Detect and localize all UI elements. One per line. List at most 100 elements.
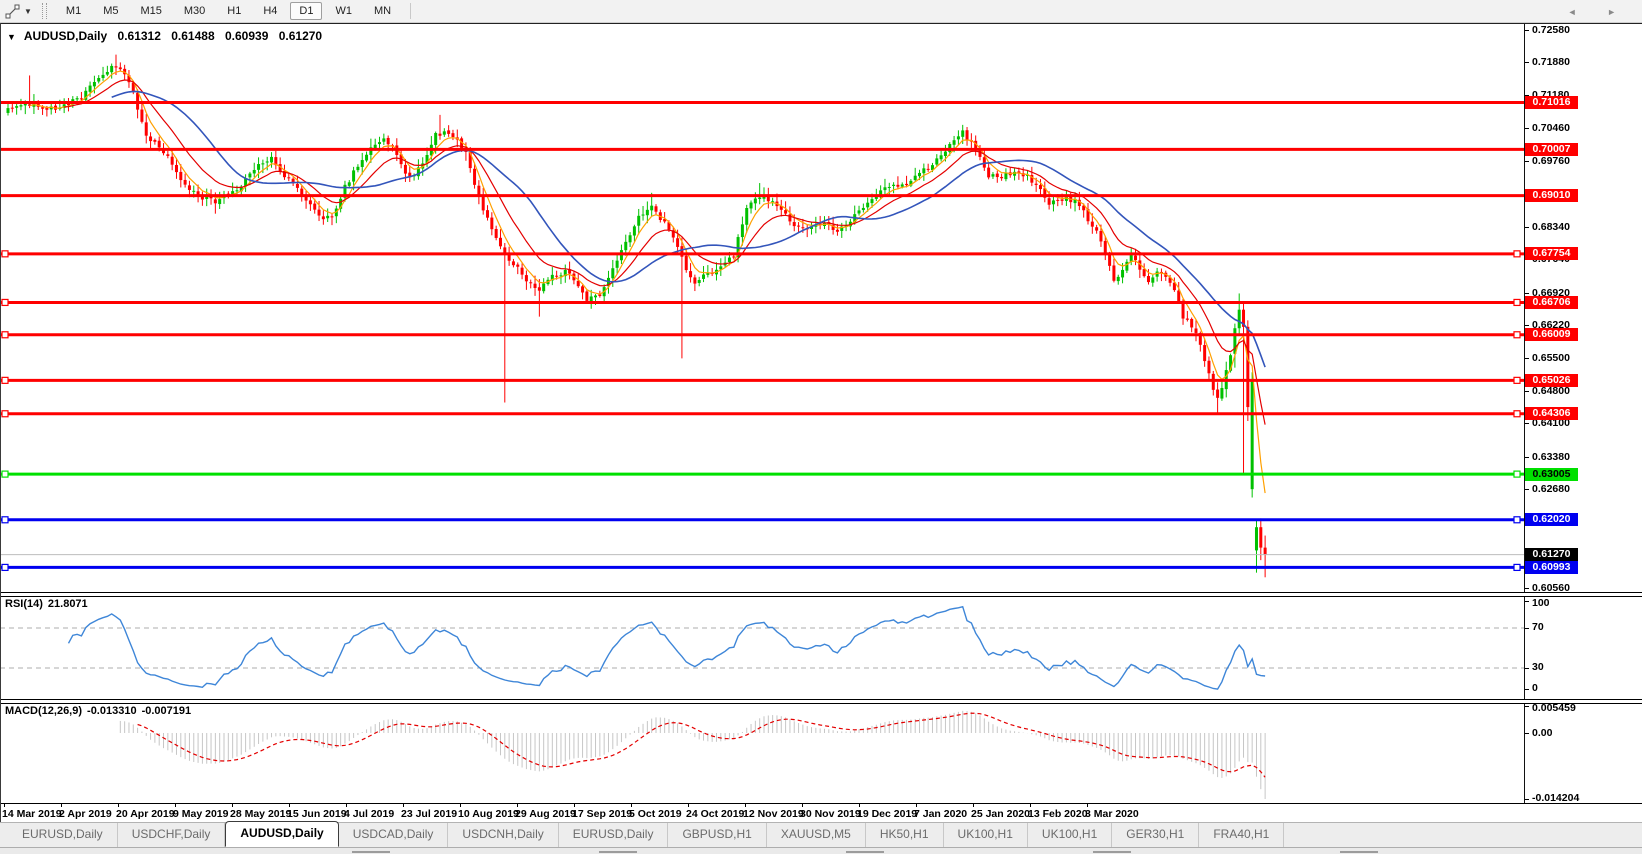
tab-uk100-h1[interactable]: UK100,H1 <box>944 823 1028 847</box>
hlines-group <box>0 103 1524 571</box>
macd-axis-label: 0.00 <box>1532 727 1552 739</box>
tab-uk100-h1[interactable]: UK100,H1 <box>1028 823 1112 847</box>
date-axis-tick <box>346 804 347 807</box>
tab-usdchf-daily[interactable]: USDCHF,Daily <box>118 823 226 847</box>
toolbar-separator <box>410 3 411 19</box>
date-axis-tick <box>61 804 62 807</box>
timeframe-button-d1[interactable]: D1 <box>290 2 322 20</box>
date-axis-label: 7 Jan 2020 <box>914 808 967 820</box>
chart-title-row: ▼ AUDUSD,Daily 0.61312 0.61488 0.60939 0… <box>7 29 322 43</box>
date-axis-tick <box>289 804 290 807</box>
candles-group <box>7 55 1267 578</box>
date-axis-tick <box>403 804 404 807</box>
main-chart-plot[interactable] <box>0 25 1524 592</box>
date-axis-tick <box>1030 804 1031 807</box>
tab-fra40-h1[interactable]: FRA40,H1 <box>1199 823 1284 847</box>
tab-hk50-h1[interactable]: HK50,H1 <box>866 823 944 847</box>
date-axis-tick <box>973 804 974 807</box>
date-axis-label: 15 Jun 2019 <box>287 808 347 820</box>
date-axis-label: 10 Aug 2019 <box>458 808 519 820</box>
hline-price-label: 0.66706 <box>1525 296 1578 309</box>
date-axis-label: 2 Apr 2019 <box>59 808 112 820</box>
timeframe-button-m5[interactable]: M5 <box>94 2 127 20</box>
fast-ma-line <box>30 71 1266 493</box>
hline-price-label: 0.64306 <box>1525 407 1578 420</box>
date-axis-tick <box>517 804 518 807</box>
date-axis-label: 20 Apr 2019 <box>116 808 175 820</box>
macd-indicator-plot[interactable] <box>0 702 1524 803</box>
price-axis-label: 0.72580 <box>1532 24 1570 36</box>
hline-price-label: 0.66009 <box>1525 328 1578 341</box>
tab-scroll-left-icon[interactable]: ◄ <box>1568 7 1591 17</box>
date-axis-tick <box>460 804 461 807</box>
rsi-level-label: 100 <box>1532 597 1550 609</box>
date-axis-tick <box>859 804 860 807</box>
quote-close: 0.61270 <box>279 29 322 43</box>
date-axis-tick <box>802 804 803 807</box>
status-divider <box>1093 851 1131 853</box>
macd-signal-line <box>138 713 1266 777</box>
rsi-level-label: 0 <box>1532 682 1538 694</box>
top-toolbar: ▼ M1M5M15 M30H1H4D1W1MN <box>0 0 1642 23</box>
date-axis-tick <box>1087 804 1088 807</box>
date-axis-border <box>0 803 1642 804</box>
tab-usdcad-daily[interactable]: USDCAD,Daily <box>339 823 449 847</box>
timeframe-button-m1[interactable]: M1 <box>57 2 90 20</box>
date-axis[interactable]: 14 Mar 20192 Apr 201920 Apr 20199 May 20… <box>0 805 1642 822</box>
rsi-line <box>69 607 1266 689</box>
hline-price-label: 0.63005 <box>1525 468 1578 481</box>
rsi-indicator-plot[interactable] <box>0 595 1524 699</box>
date-axis-label: 19 Dec 2019 <box>857 808 917 820</box>
date-axis-label: 24 Oct 2019 <box>686 808 744 820</box>
tab-scroll-arrows: ◄ ► <box>1568 7 1630 17</box>
date-axis-tick <box>916 804 917 807</box>
hline-price-label: 0.69010 <box>1525 189 1578 202</box>
date-axis-label: 12 Nov 2019 <box>743 808 804 820</box>
date-axis-tick <box>631 804 632 807</box>
date-axis-label: 4 Jul 2019 <box>344 808 394 820</box>
tab-ger30-h1[interactable]: GER30,H1 <box>1112 823 1199 847</box>
medium-ma-line <box>64 80 1265 425</box>
panel-splitter[interactable] <box>0 699 1642 704</box>
status-divider <box>352 851 390 853</box>
tab-xauusd-m5[interactable]: XAUUSD,M5 <box>767 823 866 847</box>
chart-window-border-left <box>0 23 1 822</box>
timeframe-button-mn[interactable]: MN <box>365 2 400 20</box>
tab-audusd-daily[interactable]: AUDUSD,Daily <box>225 821 338 847</box>
hline-price-label: 0.65026 <box>1525 374 1578 387</box>
date-axis-label: 5 Oct 2019 <box>629 808 682 820</box>
panel-splitter[interactable] <box>0 592 1642 597</box>
tab-eurusd-daily[interactable]: EURUSD,Daily <box>559 823 669 847</box>
tab-eurusd-daily[interactable]: EURUSD,Daily <box>8 823 118 847</box>
rsi-level-label: 30 <box>1532 661 1544 673</box>
price-axis-label: 0.62680 <box>1532 483 1570 495</box>
tab-scroll-right-icon[interactable]: ► <box>1607 7 1630 17</box>
hline-price-label: 0.70007 <box>1525 143 1578 156</box>
timeframe-button-h4[interactable]: H4 <box>254 2 286 20</box>
tab-gbpusd-h1[interactable]: GBPUSD,H1 <box>668 823 766 847</box>
quote-high: 0.61488 <box>171 29 214 43</box>
chart-window-border-top <box>0 23 1642 24</box>
timeframe-button-m30[interactable]: M30 <box>175 2 214 20</box>
rsi-level-label: 70 <box>1532 621 1544 633</box>
collapse-triangle-icon[interactable]: ▼ <box>7 32 16 42</box>
price-axis-label: 0.71880 <box>1532 56 1570 68</box>
trendline-tool-icon[interactable] <box>2 2 22 20</box>
status-divider <box>599 851 637 853</box>
date-axis-label: 13 Feb 2020 <box>1028 808 1088 820</box>
date-axis-label: 14 Mar 2019 <box>2 808 62 820</box>
date-axis-tick <box>745 804 746 807</box>
current-price-label: 0.61270 <box>1525 548 1578 561</box>
rsi-label: RSI(14)21.8071 <box>5 598 93 610</box>
date-axis-tick <box>4 804 5 807</box>
quote-low: 0.60939 <box>225 29 268 43</box>
date-axis-label: 28 May 2019 <box>230 808 291 820</box>
timeframe-button-w1[interactable]: W1 <box>326 2 361 20</box>
price-axis-label: 0.68340 <box>1532 221 1570 233</box>
macd-label: MACD(12,26,9)-0.013310-0.007191 <box>5 705 196 717</box>
timeframe-button-m15[interactable]: M15 <box>131 2 170 20</box>
timeframe-button-h1[interactable]: H1 <box>218 2 250 20</box>
chevron-down-icon[interactable]: ▼ <box>22 7 38 16</box>
tab-usdcnh-daily[interactable]: USDCNH,Daily <box>448 823 558 847</box>
date-axis-tick <box>574 804 575 807</box>
